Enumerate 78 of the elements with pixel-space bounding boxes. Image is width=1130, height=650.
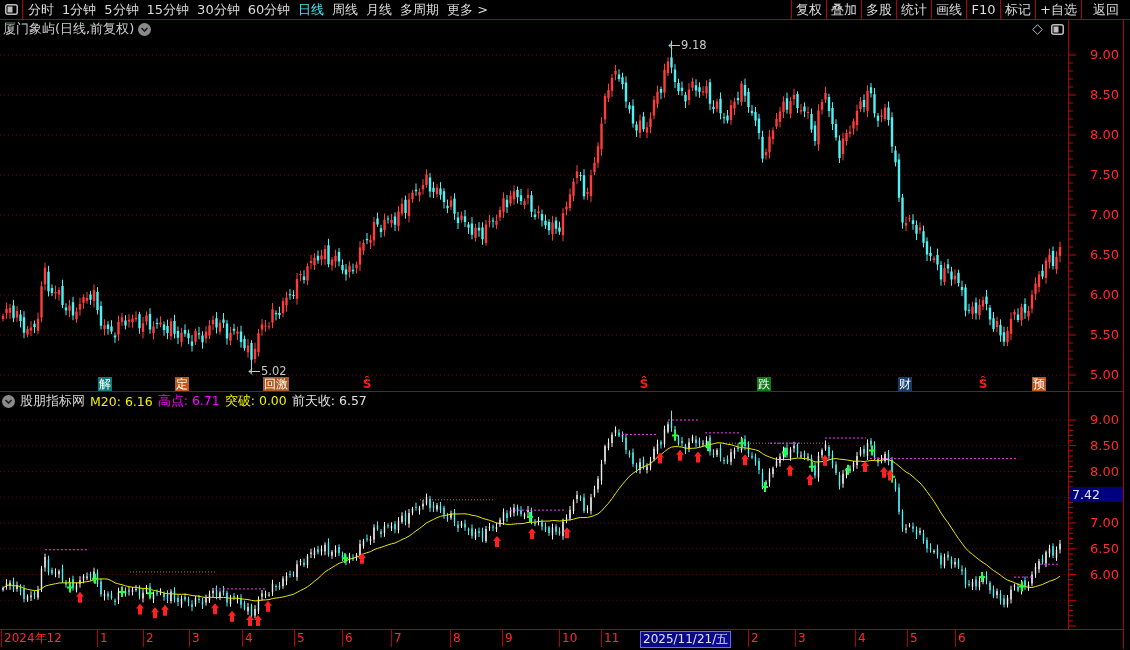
event-badge[interactable]: 回激 <box>263 377 289 391</box>
time-axis-label: 2 <box>143 630 154 647</box>
axis-label: 9.00 <box>1090 48 1119 62</box>
toolbar-button[interactable]: 画线 <box>931 0 967 19</box>
period-tab[interactable]: 15分钟 <box>142 0 194 19</box>
panel-icon <box>4 4 18 15</box>
period-tab[interactable]: 日线 <box>294 0 329 19</box>
indicator-name: 股朋指标网 <box>20 392 85 410</box>
event-badge[interactable]: 财 <box>898 377 912 391</box>
event-sign[interactable]: Ŝ <box>978 377 988 391</box>
period-tab[interactable]: 1分钟 <box>58 0 101 19</box>
indicator-reading: 突破: 0.00 <box>224 392 287 410</box>
axis-label: 8.50 <box>1090 438 1119 453</box>
toolbar-button[interactable]: 标记 <box>1000 0 1036 19</box>
indicator-reading: 高点: 6.71 <box>157 392 220 410</box>
period-tab[interactable]: 多周期 <box>396 0 444 19</box>
time-axis-label: 2 <box>748 630 759 647</box>
arrow-left-icon <box>248 367 260 375</box>
axis-label: 8.00 <box>1090 464 1119 479</box>
current-price-label: 7.42 <box>1070 487 1123 502</box>
axis-label: 5.50 <box>1090 328 1119 342</box>
time-axis-label: 6 <box>955 630 966 647</box>
time-axis-label: 4 <box>242 630 253 647</box>
axis-label: 8.50 <box>1090 88 1119 102</box>
cursor-date-label: 2025/11/21/五 <box>640 631 732 648</box>
time-axis-label: 5 <box>907 630 918 647</box>
axis-label: 7.50 <box>1090 168 1119 182</box>
time-axis-label: 2024年12 <box>1 630 62 647</box>
event-sign[interactable]: Ŝ <box>639 377 649 391</box>
axis-label: 7.00 <box>1090 208 1119 222</box>
time-axis-label: 3 <box>795 630 806 647</box>
dropdown-icon[interactable] <box>2 394 15 408</box>
indicator-reading: M20: 6.16 <box>90 393 153 409</box>
time-axis-label: 11 <box>601 630 620 647</box>
event-badge[interactable]: 解 <box>98 377 112 391</box>
time-axis-label: 4 <box>855 630 866 647</box>
event-badge[interactable]: 定 <box>175 377 189 391</box>
period-tab[interactable]: 周线 <box>328 0 363 19</box>
period-tab[interactable]: 5分钟 <box>100 0 143 19</box>
time-axis-label: 8 <box>450 630 461 647</box>
time-axis-label: 9 <box>502 630 513 647</box>
toolbar-button[interactable]: +自选 <box>1035 0 1081 19</box>
arrow-left-icon <box>668 41 680 49</box>
time-axis-label: 1 <box>97 630 108 647</box>
high-price-label: 9.18 <box>681 39 707 51</box>
panel-icon <box>1051 23 1064 35</box>
toolbar-button[interactable]: 复权 <box>791 0 827 19</box>
axis-label: 6.00 <box>1090 567 1119 582</box>
time-axis-label: 10 <box>559 630 578 647</box>
axis-label: 8.00 <box>1090 128 1119 142</box>
time-axis-label: 5 <box>294 630 305 647</box>
axis-label: 6.50 <box>1090 248 1119 262</box>
indicator-reading: 前天收: 6.57 <box>291 392 367 410</box>
chart-title: 厦门象屿(日线,前复权) <box>3 20 135 38</box>
time-axis-label: 6 <box>342 630 353 647</box>
dropdown-icon[interactable] <box>138 22 152 36</box>
period-tab[interactable]: 60分钟 <box>243 0 295 19</box>
axis-label: 6.00 <box>1090 288 1119 302</box>
time-axis-label: 3 <box>189 630 200 647</box>
time-axis-label: 7 <box>391 630 402 647</box>
toolbar-button[interactable]: 叠加 <box>826 0 862 19</box>
axis-label: 7.00 <box>1090 516 1119 530</box>
toolbar-button[interactable]: 返回 <box>1081 0 1130 19</box>
period-tab[interactable]: 分时 <box>24 0 58 19</box>
axis-label: 5.00 <box>1090 368 1119 382</box>
toolbar-button[interactable]: 统计 <box>896 0 932 19</box>
period-tab[interactable]: 30分钟 <box>193 0 244 19</box>
period-tab[interactable]: 更多 > <box>443 0 493 19</box>
diamond-icon[interactable] <box>1032 23 1043 35</box>
low-price-label: 5.02 <box>261 365 287 377</box>
axis-label: 6.50 <box>1090 541 1119 556</box>
axis-label: 9.00 <box>1090 413 1119 427</box>
event-sign[interactable]: Ŝ <box>362 377 372 391</box>
toolbar-button[interactable]: F10 <box>966 0 1001 19</box>
toolbar-button[interactable]: 多股 <box>861 0 897 19</box>
event-badge[interactable]: 跌 <box>757 377 771 391</box>
event-badge[interactable]: 预 <box>1032 377 1046 391</box>
period-tab[interactable]: 月线 <box>362 0 397 19</box>
